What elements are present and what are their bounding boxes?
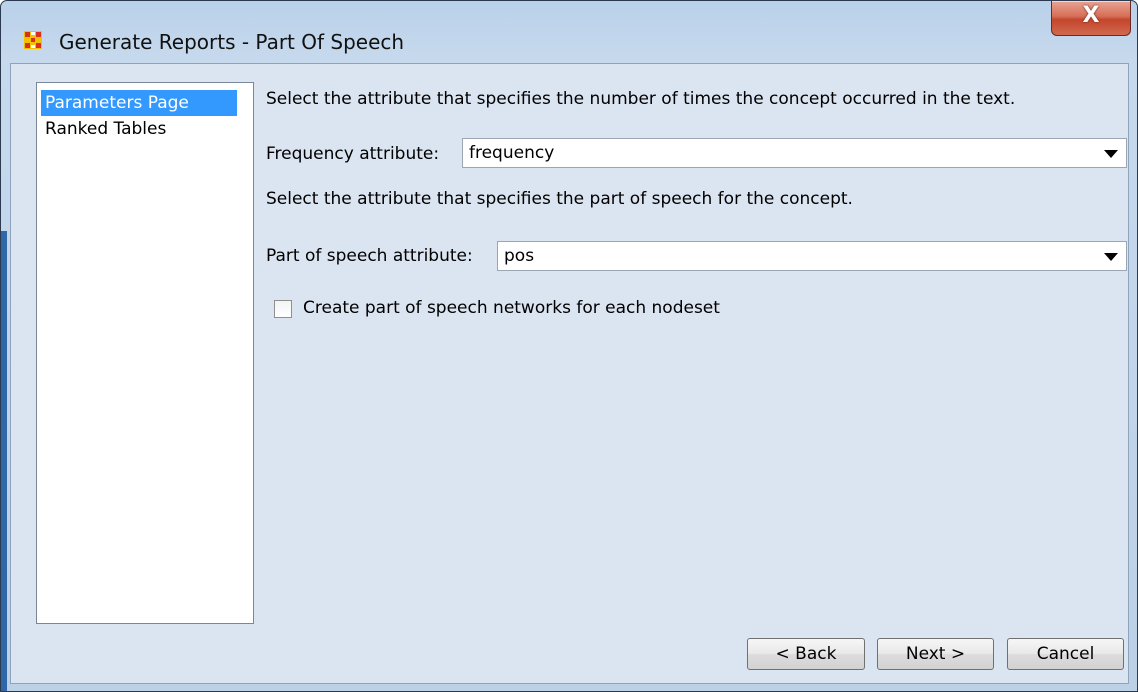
- dialog-content: Parameters Page Ranked Tables Select the…: [10, 63, 1129, 684]
- close-icon: X: [1082, 3, 1100, 28]
- frequency-instruction: Select the attribute that specifies the …: [266, 89, 1016, 109]
- title-bar[interactable]: Generate Reports - Part Of Speech X: [1, 1, 1137, 63]
- chevron-down-icon: [1104, 150, 1118, 158]
- nav-item-ranked-tables[interactable]: Ranked Tables: [41, 116, 170, 142]
- pos-attribute-label: Part of speech attribute:: [266, 246, 473, 266]
- close-button[interactable]: X: [1051, 1, 1131, 36]
- page-navigation-list: Parameters Page Ranked Tables: [36, 82, 254, 624]
- window-edge-accent: [1, 231, 7, 691]
- create-pos-networks-label[interactable]: Create part of speech networks for each …: [303, 298, 720, 318]
- window-title: Generate Reports - Part Of Speech: [59, 30, 405, 54]
- cancel-button[interactable]: Cancel: [1007, 638, 1124, 670]
- nav-item-parameters-page[interactable]: Parameters Page: [41, 90, 237, 116]
- pos-attribute-value: pos: [504, 246, 535, 266]
- frequency-attribute-dropdown[interactable]: frequency: [462, 138, 1127, 168]
- next-button[interactable]: Next >: [877, 638, 994, 670]
- frequency-attribute-label: Frequency attribute:: [266, 144, 440, 164]
- grid-app-icon: [24, 31, 42, 49]
- pos-instruction: Select the attribute that specifies the …: [266, 189, 853, 209]
- back-button[interactable]: < Back: [747, 638, 865, 670]
- frequency-attribute-value: frequency: [469, 143, 555, 163]
- dialog-window: Generate Reports - Part Of Speech X Para…: [0, 0, 1138, 692]
- pos-attribute-dropdown[interactable]: pos: [497, 241, 1127, 271]
- create-pos-networks-checkbox[interactable]: [274, 300, 292, 318]
- chevron-down-icon: [1104, 253, 1118, 261]
